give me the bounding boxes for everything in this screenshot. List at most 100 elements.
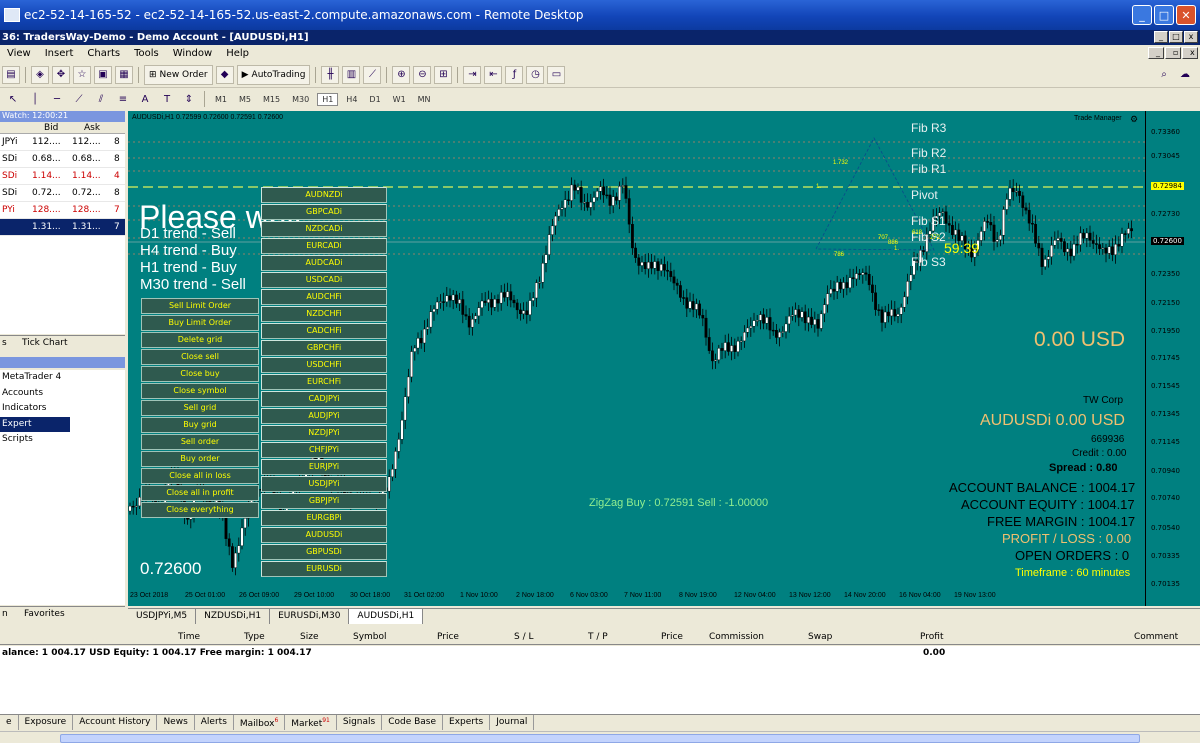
terminal-tab[interactable]: e — [0, 715, 19, 730]
terminal-tab[interactable]: Market91 — [285, 715, 337, 730]
action-button[interactable]: Delete grid — [141, 332, 259, 348]
profiles-icon[interactable]: ◈ — [31, 65, 49, 84]
timeframe-d1[interactable]: D1 — [365, 94, 384, 105]
chart-tab[interactable]: AUDUSDi,H1 — [349, 609, 424, 624]
minimize-button[interactable]: _ — [1132, 5, 1152, 25]
menu-help[interactable]: Help — [219, 48, 256, 59]
market-watch-row[interactable]: SDi 0.72... 0.72... 8 — [0, 185, 125, 202]
pair-button[interactable]: AUDNZDi — [261, 187, 387, 203]
terminal-col[interactable]: Profit — [920, 632, 943, 642]
action-button[interactable]: Close all in loss — [141, 468, 259, 484]
timeframe-h4[interactable]: H4 — [342, 94, 361, 105]
terminal-col[interactable]: Commission — [709, 632, 764, 642]
pair-button[interactable]: AUDCHFi — [261, 289, 387, 305]
autotrading-button[interactable]: ▶ AutoTrading — [236, 64, 311, 85]
tab-tick-chart[interactable]: Tick Chart — [22, 338, 67, 348]
chart-tab[interactable]: EURUSDi,M30 — [270, 609, 350, 624]
market-watch-row[interactable]: SDi 1.14... 1.14... 4 — [0, 168, 125, 185]
pair-button[interactable]: EURGBPi — [261, 510, 387, 526]
terminal-tab[interactable]: Account History — [73, 715, 158, 730]
timeframe-w1[interactable]: W1 — [389, 94, 410, 105]
pair-button[interactable]: NZDCHFi — [261, 306, 387, 322]
chart-tab[interactable]: NZDUSDi,H1 — [196, 609, 271, 624]
pair-button[interactable]: NZDJPYi — [261, 425, 387, 441]
close-button[interactable]: ✕ — [1176, 5, 1196, 25]
market-watch-row[interactable]: 1.31... 1.31... 7 — [0, 219, 125, 236]
bar-chart-icon[interactable]: ╫ — [321, 65, 340, 84]
menu-tools[interactable]: Tools — [127, 48, 166, 59]
chart-minimize-button[interactable]: _ — [1148, 47, 1164, 59]
market-watch-row[interactable]: PYi 128.... 128.... 7 — [0, 202, 125, 219]
action-button[interactable]: Sell Limit Order — [141, 298, 259, 314]
action-button[interactable]: Buy Limit Order — [141, 315, 259, 331]
crosshair-icon[interactable]: ✥ — [52, 65, 70, 84]
mt4-close-button[interactable]: x — [1184, 31, 1198, 43]
timeframe-m15[interactable]: M15 — [259, 94, 284, 105]
action-button[interactable]: Close everything — [141, 502, 259, 518]
action-button[interactable]: Close buy — [141, 366, 259, 382]
price-chart[interactable]: AUDUSDi,H1 0.72599 0.72600 0.72591 0.726… — [128, 111, 1200, 606]
terminal-col[interactable]: Price — [661, 632, 683, 642]
pair-button[interactable]: NZDCADi — [261, 221, 387, 237]
new-chart-icon[interactable]: ▤ — [2, 65, 20, 84]
action-button[interactable]: Close all in profit — [141, 485, 259, 501]
action-button[interactable]: Sell order — [141, 434, 259, 450]
terminal-col[interactable]: Comment — [1134, 632, 1178, 642]
terminal-tab[interactable]: Signals — [337, 715, 383, 730]
timeframe-m5[interactable]: M5 — [235, 94, 255, 105]
arrows-icon[interactable]: ⇕ — [180, 90, 198, 108]
chat-icon[interactable]: ☁ — [1176, 66, 1194, 84]
nav-indicators[interactable]: Indicators — [0, 401, 125, 417]
maximize-button[interactable]: □ — [1154, 5, 1174, 25]
text-label-icon[interactable]: T — [158, 90, 176, 108]
horizontal-scrollbar[interactable] — [0, 731, 1200, 743]
mt4-maximize-button[interactable]: □ — [1169, 31, 1183, 43]
pair-button[interactable]: EURCHFi — [261, 374, 387, 390]
terminal-col[interactable]: Price — [437, 632, 459, 642]
action-button[interactable]: Sell grid — [141, 400, 259, 416]
pair-button[interactable]: GBPCADi — [261, 204, 387, 220]
terminal-col[interactable]: Time — [178, 632, 200, 642]
metaeditor-icon[interactable]: ◆ — [215, 65, 234, 84]
pair-button[interactable]: AUDJPYi — [261, 408, 387, 424]
nav-expert-advisors[interactable]: Expert Advisors — [0, 416, 70, 444]
action-button[interactable]: Buy grid — [141, 417, 259, 433]
scrollbar-thumb[interactable] — [60, 734, 1140, 743]
chart-shift-icon[interactable]: ⇤ — [484, 65, 503, 84]
pair-button[interactable]: AUDUSDi — [261, 527, 387, 543]
settings-icon[interactable]: ⚙ — [1130, 114, 1138, 125]
pair-button[interactable]: GBPCHFi — [261, 340, 387, 356]
market-watch-row[interactable]: SDi 0.68... 0.68... 8 — [0, 151, 125, 168]
market-watch-row[interactable]: JPYi 112.... 112.... 8 — [0, 134, 125, 151]
timeframe-mn[interactable]: MN — [414, 94, 435, 105]
horizontal-line-icon[interactable]: ─ — [48, 90, 66, 108]
market-watch-icon[interactable]: ☆ — [73, 65, 91, 84]
search-icon[interactable]: ⌕ — [1155, 66, 1173, 84]
terminal-tab[interactable]: Experts — [443, 715, 491, 730]
menu-view[interactable]: View — [0, 48, 38, 59]
auto-scroll-icon[interactable]: ⇥ — [463, 65, 482, 84]
pair-button[interactable]: CADCHFi — [261, 323, 387, 339]
zoom-in-icon[interactable]: ⊕ — [392, 65, 411, 84]
menu-insert[interactable]: Insert — [38, 48, 81, 59]
pair-button[interactable]: USDCADi — [261, 272, 387, 288]
tab-favorites[interactable]: Favorites — [24, 609, 65, 619]
pair-button[interactable]: EURCADi — [261, 238, 387, 254]
nav-scripts[interactable]: Scripts — [0, 432, 125, 448]
mt4-minimize-button[interactable]: _ — [1154, 31, 1168, 43]
text-icon[interactable]: A — [136, 90, 154, 108]
col-bid[interactable]: Bid — [44, 123, 58, 133]
action-button[interactable]: Close sell — [141, 349, 259, 365]
pair-button[interactable]: USDJPYi — [261, 476, 387, 492]
action-button[interactable]: Buy order — [141, 451, 259, 467]
action-button[interactable]: Close symbol — [141, 383, 259, 399]
chart-restore-button[interactable]: ▫ — [1165, 47, 1181, 59]
pair-button[interactable]: EURJPYi — [261, 459, 387, 475]
tab-common[interactable]: n — [2, 609, 8, 619]
terminal-tab[interactable]: Exposure — [19, 715, 74, 730]
terminal-tab[interactable]: Journal — [490, 715, 535, 730]
fibonacci-icon[interactable]: ≡ — [114, 90, 132, 108]
terminal-col[interactable]: Type — [244, 632, 265, 642]
tile-windows-icon[interactable]: ⊞ — [434, 65, 453, 84]
terminal-col[interactable]: Swap — [808, 632, 832, 642]
